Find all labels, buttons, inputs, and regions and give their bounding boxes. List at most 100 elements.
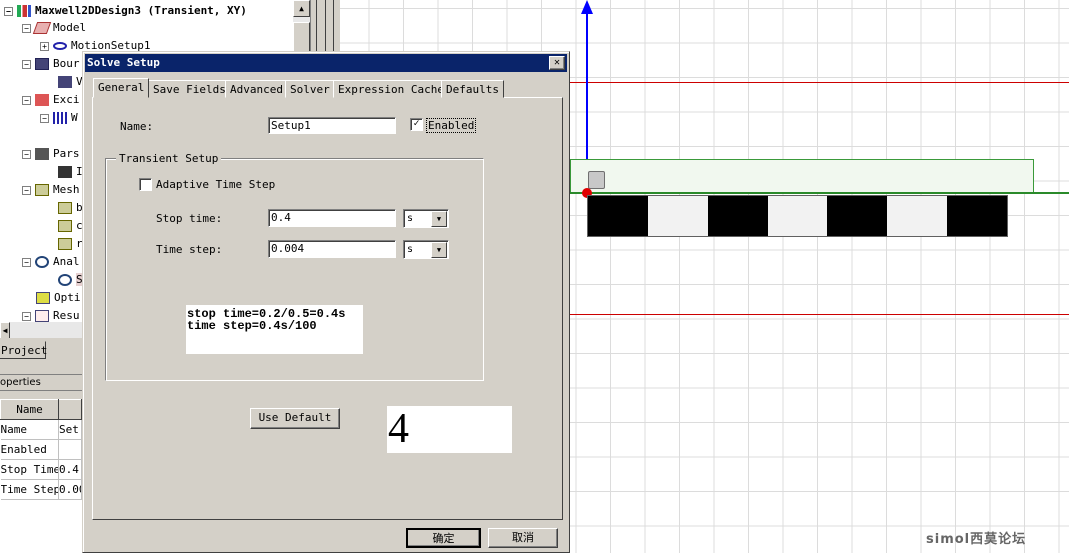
- collapse-icon[interactable]: −: [40, 113, 49, 123]
- close-icon: ✕: [553, 57, 561, 68]
- properties-title: operties: [0, 374, 82, 391]
- boundary-icon: [35, 58, 49, 70]
- unit-value: s: [407, 213, 414, 224]
- tab-label: Project: [1, 344, 48, 357]
- property-name: Name: [0, 419, 59, 440]
- watermark: simol西莫论坛: [926, 532, 1027, 547]
- mesh-icon: [58, 220, 72, 232]
- enabled-label[interactable]: Enabled: [426, 118, 477, 133]
- property-value[interactable]: 0.4: [58, 459, 82, 480]
- y-axis-arrow-icon: [581, 0, 593, 14]
- analysis-icon: [58, 274, 72, 286]
- tree-item[interactable]: Mesh: [53, 183, 80, 196]
- stop-time-input[interactable]: 0.4: [268, 209, 396, 227]
- cancel-button[interactable]: 取消: [488, 528, 558, 548]
- small-object[interactable]: [588, 171, 605, 189]
- magnet-array[interactable]: [587, 195, 1008, 237]
- column-header-name[interactable]: Name: [0, 399, 59, 420]
- design-icon: [17, 5, 31, 17]
- annotation-note: stop time=0.2/0.5=0.4s time step=0.4s/10…: [186, 305, 363, 354]
- expand-icon[interactable]: +: [40, 41, 49, 51]
- tree-root[interactable]: Maxwell2DDesign3 (Transient, XY): [35, 4, 247, 17]
- mesh-icon: [35, 184, 49, 196]
- property-value[interactable]: [58, 439, 82, 460]
- enabled-checkbox[interactable]: ✓: [410, 118, 423, 131]
- dialog-titlebar[interactable]: Solve Setup: [85, 54, 567, 72]
- tree-item[interactable]: Exci: [53, 93, 80, 106]
- ok-button[interactable]: 确定: [406, 528, 481, 548]
- mesh-icon: [58, 238, 72, 250]
- tree-item[interactable]: Model: [53, 21, 86, 34]
- properties-table[interactable]: Name Name Set Enabled Stop Time 0.4 Time S…: [0, 399, 82, 553]
- boundary-line-bottom: [570, 314, 1069, 315]
- property-name: Stop Time: [0, 459, 59, 480]
- collapse-icon[interactable]: −: [22, 185, 31, 195]
- collapse-icon[interactable]: −: [22, 95, 31, 105]
- property-row[interactable]: Enabled: [0, 439, 82, 460]
- property-row[interactable]: Name Set: [0, 419, 82, 440]
- boundary-icon: [58, 76, 72, 88]
- name-label: Name:: [120, 120, 154, 133]
- big-number-annotation: 4: [387, 406, 512, 453]
- big-number: 4: [388, 406, 409, 452]
- chevron-down-icon[interactable]: ▼: [431, 242, 447, 258]
- airgap-region[interactable]: [570, 159, 1034, 193]
- close-button[interactable]: ✕: [549, 56, 565, 70]
- tab-project[interactable]: Project: [0, 341, 48, 359]
- dialog-title: Solve Setup: [87, 56, 160, 69]
- parameters-icon: [35, 148, 49, 160]
- tab-expression-cache[interactable]: Expression Cache: [333, 80, 449, 98]
- excitation-icon: [35, 94, 49, 106]
- collapse-icon[interactable]: −: [4, 6, 13, 16]
- results-icon: [35, 310, 49, 322]
- tree-item[interactable]: W: [71, 111, 78, 124]
- scroll-left-icon[interactable]: ◀: [0, 322, 10, 339]
- property-value[interactable]: 0.00: [58, 479, 82, 500]
- x-axis-line: [570, 192, 1069, 194]
- time-step-unit-select[interactable]: s ▼: [403, 240, 449, 259]
- column-header-value[interactable]: [58, 399, 82, 420]
- tab-general[interactable]: General: [93, 78, 150, 98]
- property-row[interactable]: Time Step0.00: [0, 479, 82, 500]
- property-value[interactable]: Set: [58, 419, 82, 440]
- collapse-icon[interactable]: −: [22, 257, 31, 267]
- collapse-icon[interactable]: −: [22, 23, 31, 33]
- scroll-up-icon[interactable]: ▲: [293, 0, 310, 17]
- analysis-icon: [35, 256, 49, 268]
- collapse-icon[interactable]: −: [22, 311, 31, 321]
- boundary-line-top: [570, 82, 1069, 83]
- tree-item[interactable]: Pars: [53, 147, 80, 160]
- note-line: time step=0.4s/100: [187, 319, 317, 333]
- tab-solver[interactable]: Solver: [285, 80, 335, 98]
- motion-icon: [53, 42, 67, 50]
- model-icon: [32, 22, 52, 34]
- collapse-icon[interactable]: −: [22, 59, 31, 69]
- tree-item[interactable]: Anal: [53, 255, 80, 268]
- adaptive-time-step-checkbox[interactable]: [139, 178, 152, 191]
- name-input[interactable]: Setup1: [268, 117, 396, 134]
- adaptive-time-step-label[interactable]: Adaptive Time Step: [156, 178, 275, 191]
- stop-time-label: Stop time:: [156, 212, 223, 225]
- mesh-icon: [58, 202, 72, 214]
- property-row[interactable]: Stop Time 0.4: [0, 459, 82, 480]
- chevron-down-icon[interactable]: ▼: [431, 211, 447, 227]
- tree-item[interactable]: Bour: [53, 57, 80, 70]
- hammer-icon: [58, 166, 72, 178]
- tree-item[interactable]: Resu: [53, 309, 80, 322]
- time-step-input[interactable]: 0.004: [268, 240, 396, 258]
- stop-time-unit-select[interactable]: s ▼: [403, 209, 449, 228]
- group-title: Transient Setup: [116, 152, 222, 165]
- winding-icon: [53, 112, 67, 124]
- unit-value: s: [407, 244, 414, 255]
- time-step-label: Time step:: [156, 243, 223, 256]
- tab-defaults[interactable]: Defaults: [441, 80, 504, 98]
- property-name: Enabled: [0, 439, 59, 460]
- tab-advanced[interactable]: Advanced: [225, 80, 288, 98]
- collapse-icon[interactable]: −: [22, 149, 31, 159]
- optimetrics-icon: [36, 292, 50, 304]
- tree-item[interactable]: Opti: [54, 291, 81, 304]
- property-name: Time Step: [0, 479, 59, 500]
- properties-title-text: operties: [0, 377, 41, 388]
- tab-save-fields[interactable]: Save Fields: [148, 80, 231, 98]
- use-default-button[interactable]: Use Default: [250, 408, 340, 429]
